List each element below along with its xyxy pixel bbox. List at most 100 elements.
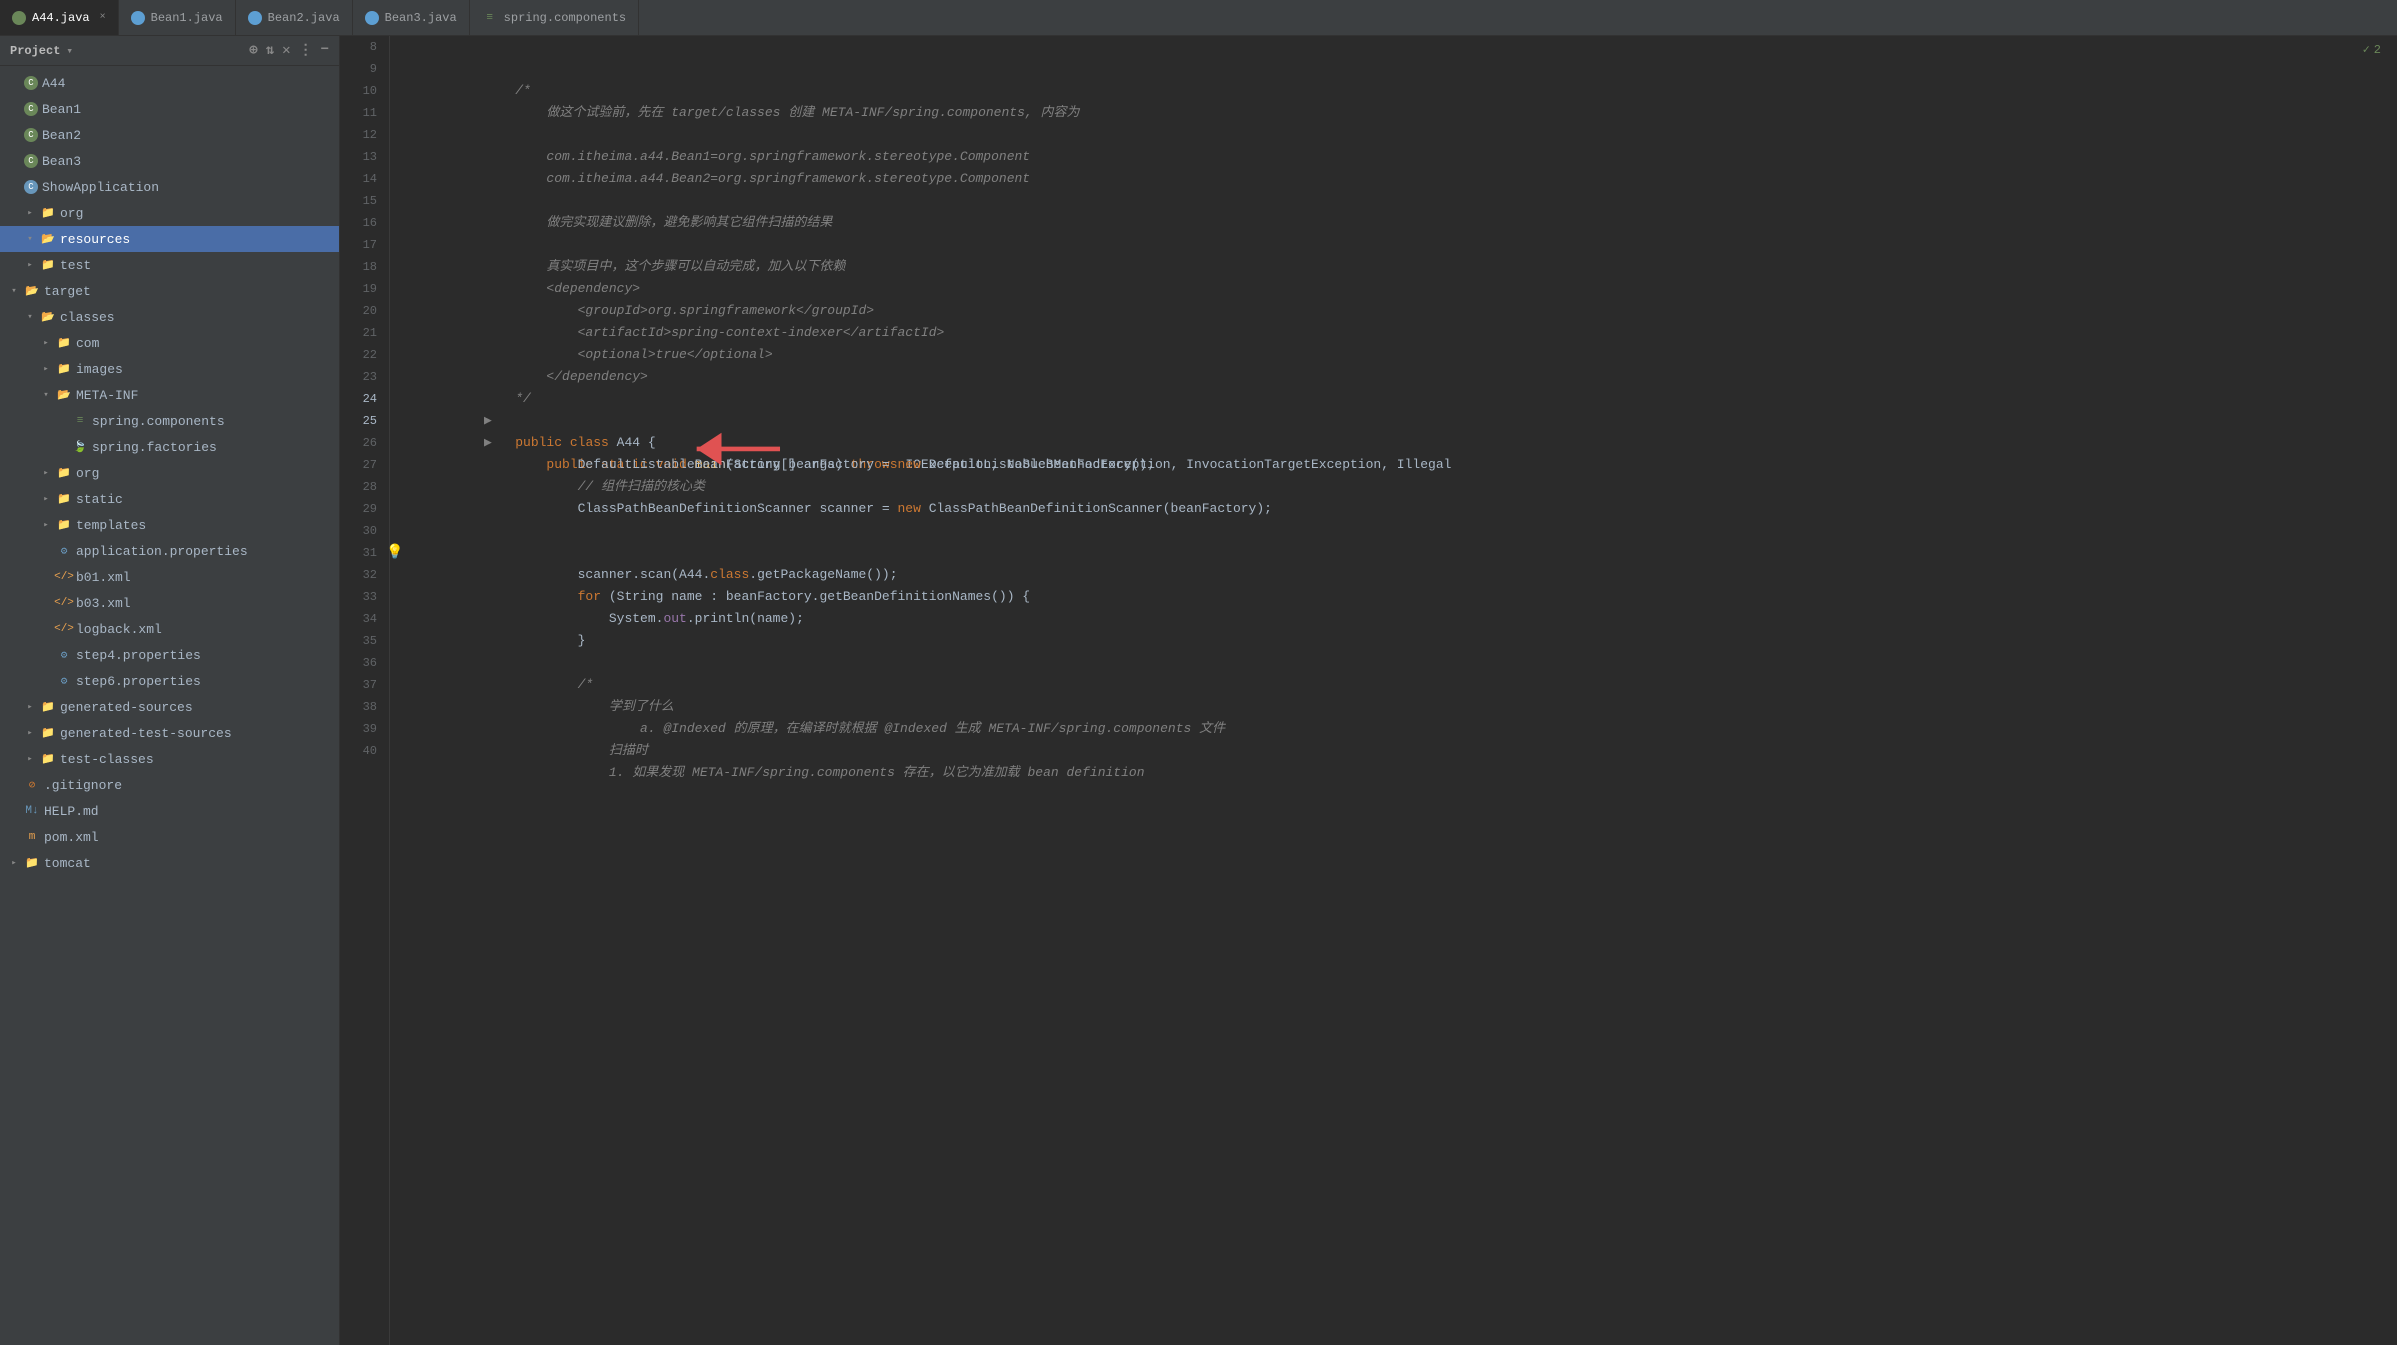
code-line-17: 真实项目中，这个步骤可以自动完成，加入以下依赖: [406, 234, 2377, 256]
tree-item-HELP-md[interactable]: M↓ HELP.md: [0, 798, 339, 824]
tree-item-classes[interactable]: 📂 classes: [0, 304, 339, 330]
tree-item-static[interactable]: 📁 static: [0, 486, 339, 512]
collapse-icon[interactable]: ⇅: [266, 42, 274, 59]
tree-item-A44[interactable]: C A44: [0, 70, 339, 96]
tree-arrow-tomcat[interactable]: [8, 857, 20, 869]
tree-item-generated-test-sources[interactable]: 📁 generated-test-sources: [0, 720, 339, 746]
minimize-icon[interactable]: −: [321, 42, 329, 59]
tree-item-test-classes[interactable]: 📁 test-classes: [0, 746, 339, 772]
tree-item-application-properties[interactable]: ⚙ application.properties: [0, 538, 339, 564]
tree-label-b01-xml: b01.xml: [76, 570, 131, 585]
folder-icon-com: 📁: [56, 335, 72, 351]
ln-39: 39: [348, 718, 377, 740]
tree-item-test[interactable]: 📁 test: [0, 252, 339, 278]
tree-item-pom-xml[interactable]: m pom.xml: [0, 824, 339, 850]
prop-icon-step4: ⚙: [56, 647, 72, 663]
tree-item-b01-xml[interactable]: </> b01.xml: [0, 564, 339, 590]
tree-arrow-static[interactable]: [40, 493, 52, 505]
code-line-36: /*: [406, 652, 2377, 674]
ln-21: 21: [348, 322, 377, 344]
ln-19: 19: [348, 278, 377, 300]
ln-31: 31: [348, 542, 377, 564]
ln-35: 35: [348, 630, 377, 652]
ln-15: 15: [348, 190, 377, 212]
tree-item-com[interactable]: 📁 com: [0, 330, 339, 356]
tree-label-META-INF: META-INF: [76, 388, 138, 403]
tree-arrow-org[interactable]: [24, 207, 36, 219]
code-line-26: DefaultListableBeanFactory beanFactory =…: [406, 432, 2377, 454]
tree-arrow-generated-test-sources[interactable]: [24, 727, 36, 739]
tree-item-generated-sources[interactable]: 📁 generated-sources: [0, 694, 339, 720]
tree-item-Bean3[interactable]: C Bean3: [0, 148, 339, 174]
tree-item-step6-properties[interactable]: ⚙ step6.properties: [0, 668, 339, 694]
more-options-icon[interactable]: ⋮: [299, 42, 313, 59]
ln-24: 24: [348, 388, 377, 410]
tab-Bean3[interactable]: Bean3.java: [353, 0, 470, 35]
ln-11: 11: [348, 102, 377, 124]
globe-icon[interactable]: ⊕: [249, 42, 257, 59]
tree-item-org2[interactable]: 📁 org: [0, 460, 339, 486]
tree-item-tomcat[interactable]: 📁 tomcat: [0, 850, 339, 876]
tree-item-images[interactable]: 📁 images: [0, 356, 339, 382]
xml-icon-b01: </>: [56, 569, 72, 585]
code-line-22: </dependency>: [406, 344, 2377, 366]
ln-20: 20: [348, 300, 377, 322]
tab-spring-components[interactable]: ≡ spring.components: [470, 0, 639, 35]
tree-arrow-generated-sources[interactable]: [24, 701, 36, 713]
tree-arrow-images[interactable]: [40, 363, 52, 375]
ln-14: 14: [348, 168, 377, 190]
tree-item-logback-xml[interactable]: </> logback.xml: [0, 616, 339, 642]
ln-37: 37: [348, 674, 377, 696]
tree-item-gitignore[interactable]: ⊘ .gitignore: [0, 772, 339, 798]
code-line-20: <artifactId>spring-context-indexer</arti…: [406, 300, 2377, 322]
comment-40: 1. 如果发现 META-INF/spring.components 存在，以它…: [484, 765, 1144, 780]
prop-icon-application: ⚙: [56, 543, 72, 559]
tree-item-resources[interactable]: 📂 resources: [0, 226, 339, 252]
tree-item-b03-xml[interactable]: </> b03.xml: [0, 590, 339, 616]
tree-item-ShowApplication[interactable]: C ShowApplication: [0, 174, 339, 200]
tree-item-step4-properties[interactable]: ⚙ step4.properties: [0, 642, 339, 668]
tree-arrow-resources[interactable]: [24, 233, 36, 245]
bulb-icon[interactable]: 💡: [386, 542, 403, 564]
line-numbers: 8 9 10 11 12 13 14 15 16 17 18 19 20 21 …: [340, 36, 390, 1345]
folder-icon-org: 📁: [40, 205, 56, 221]
tree-item-Bean1[interactable]: C Bean1: [0, 96, 339, 122]
tree-arrow-classes[interactable]: [24, 311, 36, 323]
tree-arrow-test-classes[interactable]: [24, 753, 36, 765]
tree-arrow-test[interactable]: [24, 259, 36, 271]
close-sidebar-icon[interactable]: ✕: [282, 42, 290, 59]
tree-arrow-META-INF[interactable]: [40, 389, 52, 401]
gitignore-icon: ⊘: [24, 777, 40, 793]
tree-item-templates[interactable]: 📁 templates: [0, 512, 339, 538]
tree-item-META-INF[interactable]: 📂 META-INF: [0, 382, 339, 408]
tree-arrow-target[interactable]: [8, 285, 20, 297]
tree-item-Bean2[interactable]: C Bean2: [0, 122, 339, 148]
tree-item-target[interactable]: 📂 target: [0, 278, 339, 304]
tree-arrow-org2[interactable]: [40, 467, 52, 479]
folder-icon-static: 📁: [56, 491, 72, 507]
folder-icon-images: 📁: [56, 361, 72, 377]
code-line-40: 1. 如果发现 META-INF/spring.components 存在，以它…: [406, 740, 2377, 762]
tree-arrow-templates[interactable]: [40, 519, 52, 531]
tree-item-spring-factories[interactable]: 🍃 spring.factories: [0, 434, 339, 460]
folder-icon-tomcat: 📁: [24, 855, 40, 871]
tab-Bean1[interactable]: Bean1.java: [119, 0, 236, 35]
ln-28: 28: [348, 476, 377, 498]
tab-icon-A44: [12, 11, 26, 25]
tab-label-Bean2: Bean2.java: [268, 11, 340, 25]
tree-label-org2: org: [76, 466, 99, 481]
code-area[interactable]: ✓ 2 8 9 10 11 12 13 14 15 16 17 18 19 20…: [340, 36, 2397, 1345]
ln-10: 10: [348, 80, 377, 102]
ln-13: 13: [348, 146, 377, 168]
tab-A44[interactable]: A44.java ×: [0, 0, 119, 35]
project-dropdown-icon[interactable]: ▾: [66, 44, 73, 58]
java-class-icon-Bean2: C: [24, 128, 38, 142]
tree-item-spring-components[interactable]: ≡ spring.components: [0, 408, 339, 434]
ln-23: 23: [348, 366, 377, 388]
tab-Bean2[interactable]: Bean2.java: [236, 0, 353, 35]
tree-item-org[interactable]: 📁 org: [0, 200, 339, 226]
code-lines: /* 做这个试验前，先在 target/classes 创建 META-INF/…: [390, 36, 2397, 1345]
tree-label-Bean1: Bean1: [42, 102, 81, 117]
tab-close-A44[interactable]: ×: [100, 12, 106, 23]
tree-arrow-com[interactable]: [40, 337, 52, 349]
